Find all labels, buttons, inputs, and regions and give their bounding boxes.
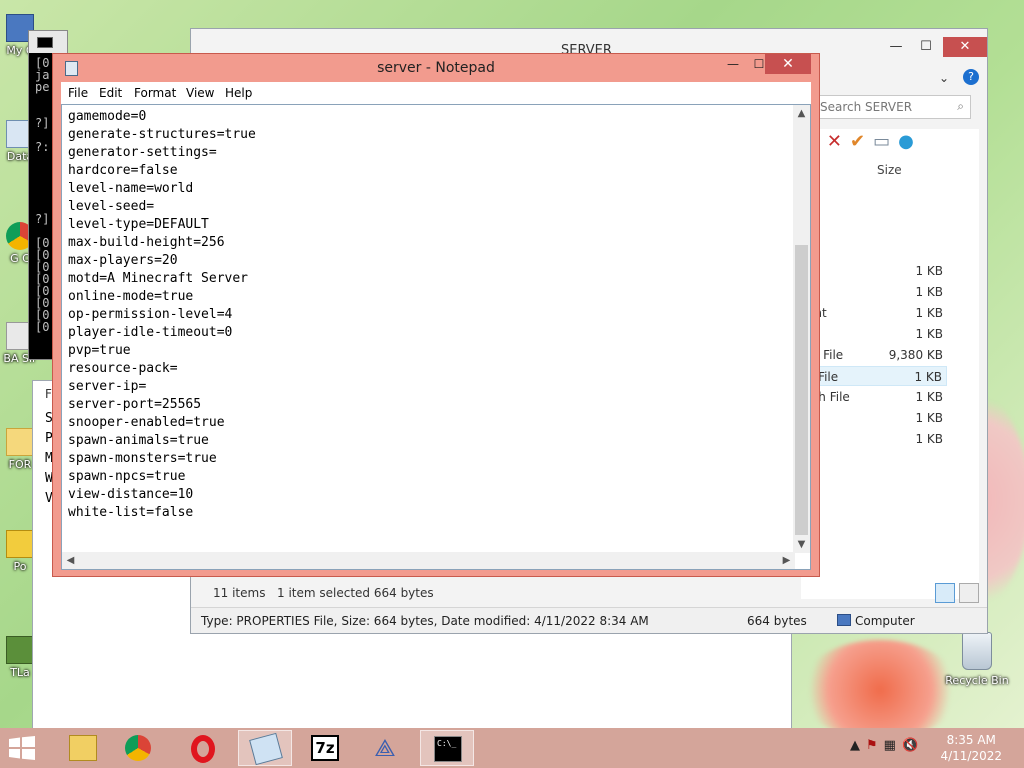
delete-icon[interactable]: ✕ [827,131,842,152]
taskbar: 7z ⟁ C:\_ ▲ ⚑ ▦ 🔇 8:35 AM 4/11/2022 [0,728,1024,768]
desktop-icon-recycle-bin[interactable]: Recycle Bin [942,632,1012,687]
system-tray: ▲ ⚑ ▦ 🔇 [850,738,918,753]
menu-help[interactable]: Help [225,86,252,100]
scroll-down-arrow-icon[interactable]: ▼ [793,536,810,553]
wallpaper-flower [800,640,960,740]
network-icon[interactable]: ▦ [884,738,896,753]
taskbar-cmd[interactable]: C:\_ [420,730,474,766]
vertical-scroll-thumb[interactable] [795,245,808,535]
chrome-icon [125,735,151,761]
windows-logo-icon [9,736,35,760]
menu-view[interactable]: View [186,86,214,100]
notepad-menubar: File Edit Format View Help [61,82,811,104]
file-row[interactable]: ar File 9,380 KB [801,345,947,365]
cmd-titlebar[interactable] [29,31,67,53]
file-size-text: 664 bytes [747,614,807,628]
properties-icon[interactable]: ● [898,131,914,152]
app-icon: ⟁ [374,734,396,762]
folder-icon [69,735,97,761]
taskbar-notepad[interactable] [238,730,292,766]
minecraft-icon [6,636,34,664]
computer-icon [837,614,851,626]
file-row[interactable]: 1 KB [801,429,947,449]
horizontal-scrollbar[interactable]: ◀ ▶ [62,552,795,569]
explorer-status-bar: 11 items 1 item selected 664 bytes [191,579,987,607]
file-row[interactable]: 1 KB [801,282,947,302]
taskbar-app[interactable]: ⟁ [358,730,412,766]
file-row-selected[interactable]: s File 1 KB [801,366,947,386]
file-row[interactable]: tch File 1 KB [801,387,947,407]
file-row[interactable]: 1 KB [801,324,947,344]
details-view-icon[interactable] [935,583,955,603]
help-icon[interactable]: ? [963,69,979,85]
taskbar-opera[interactable] [178,730,232,766]
notepad-text-area[interactable]: gamemode=0 generate-structures=true gene… [61,104,811,570]
file-row[interactable]: 1 KB [801,261,947,281]
vertical-scrollbar[interactable]: ▲ ▼ [793,105,810,553]
notepad-close-button[interactable]: ✕ [765,54,811,74]
notepad-minimize-button[interactable]: — [719,54,747,74]
menu-edit[interactable]: Edit [99,86,122,100]
search-icon: ⌕ [957,99,964,113]
7zip-icon: 7z [311,735,339,761]
item-count: 11 items [213,586,266,600]
taskbar-7zip[interactable]: 7z [298,730,352,766]
scroll-left-arrow-icon[interactable]: ◀ [62,552,79,569]
volume-muted-icon[interactable]: 🔇 [902,738,918,753]
clock-date: 4/11/2022 [940,749,1002,763]
size-column-header[interactable]: Size [877,163,902,177]
location-text: Computer [855,614,915,628]
file-row[interactable]: ent1 KB [801,303,947,323]
start-button[interactable] [8,736,36,760]
explorer-details-bar: Type: PROPERTIES File, Size: 664 bytes, … [191,607,987,633]
background-window-tab[interactable]: F [45,387,52,401]
notepad-icon [249,732,283,766]
menu-file[interactable]: File [68,86,88,100]
explorer-maximize-button[interactable]: ☐ [911,37,941,57]
shortcut-icon [6,530,34,558]
taskbar-chrome[interactable] [112,730,166,766]
folder-icon [6,428,34,456]
notepad-title: server - Notepad [377,60,495,76]
notepad-content[interactable]: gamemode=0 generate-structures=true gene… [68,108,256,522]
clock-time: 8:35 AM [946,733,996,747]
rename-icon[interactable]: ▭ [873,131,890,152]
scroll-up-arrow-icon[interactable]: ▲ [793,105,810,122]
recycle-bin-icon [962,632,992,670]
explorer-search-input[interactable]: Search SERVER ⌕ [811,95,971,119]
chevron-down-icon[interactable]: ⌄ [939,71,949,85]
explorer-close-button[interactable]: ✕ [943,37,987,57]
explorer-file-pane[interactable]: ▯ ✕ ✔ ▭ ● Size 1 KB 1 KB ent1 KB 1 KB ar… [801,129,979,599]
checkmark-icon[interactable]: ✔ [850,131,865,152]
menu-format[interactable]: Format [134,86,176,100]
chevron-up-icon[interactable]: ▲ [850,738,860,753]
clock[interactable]: 8:35 AM 4/11/2022 [940,732,1002,764]
notepad-titlebar[interactable]: server - Notepad — ☐ ✕ [53,54,819,82]
file-details-text: Type: PROPERTIES File, Size: 664 bytes, … [201,614,649,628]
explorer-toolbar: ▯ ✕ ✔ ▭ ● [809,131,914,152]
notepad-window[interactable]: server - Notepad — ☐ ✕ File Edit Format … [52,53,820,577]
selection-info: 1 item selected 664 bytes [277,586,434,600]
taskbar-file-explorer[interactable] [56,730,110,766]
opera-icon [191,735,215,763]
cmd-icon [37,37,53,48]
cmd-icon: C:\_ [434,736,462,762]
large-icons-view-icon[interactable] [959,583,979,603]
file-row[interactable]: 1 KB [801,408,947,428]
explorer-minimize-button[interactable]: — [881,37,911,57]
scroll-right-arrow-icon[interactable]: ▶ [778,552,795,569]
action-center-icon[interactable]: ⚑ [866,738,878,753]
